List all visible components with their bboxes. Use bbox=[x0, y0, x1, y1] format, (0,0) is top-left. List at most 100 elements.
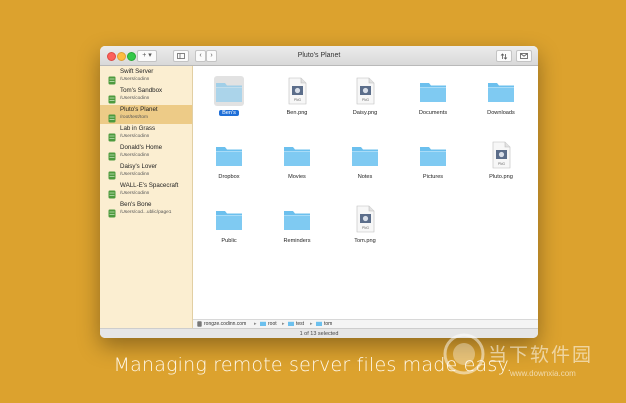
folder-icon bbox=[282, 140, 312, 170]
folder-icon bbox=[418, 76, 448, 106]
file-item[interactable]: Reminders bbox=[267, 204, 327, 264]
png-icon: PNG bbox=[486, 140, 516, 170]
file-item[interactable]: Dropbox bbox=[199, 140, 259, 200]
png-icon: PNG bbox=[350, 204, 380, 234]
file-item[interactable]: Movies bbox=[267, 140, 327, 200]
file-item[interactable]: Downloads bbox=[471, 76, 531, 136]
file-name: Tom.png bbox=[335, 238, 395, 244]
file-name: Daisy.png bbox=[335, 110, 395, 116]
server-name: Tom's Sandbox bbox=[120, 87, 163, 94]
file-browser-window: + ▾ ‹ › Pluto's Planet Swift Server/User… bbox=[100, 46, 538, 338]
file-name-text: Tom.png bbox=[354, 238, 376, 244]
share-button[interactable] bbox=[516, 50, 532, 62]
watermark-text: 当下软件园 bbox=[488, 344, 594, 366]
file-name-text: Public bbox=[221, 238, 237, 244]
folder-icon bbox=[214, 76, 244, 106]
server-icon bbox=[108, 129, 116, 142]
file-name-text: Movies bbox=[288, 174, 306, 180]
server-name: Pluto's Planet bbox=[120, 106, 158, 113]
sidebar-server-item[interactable]: Lab in Grass/Users/codinn bbox=[100, 124, 192, 143]
server-icon bbox=[108, 167, 116, 180]
transfer-arrows-icon bbox=[500, 52, 508, 60]
file-item[interactable]: PNG Tom.png bbox=[335, 204, 395, 264]
folder-icon bbox=[282, 204, 312, 234]
server-path: /Users/codinn bbox=[120, 77, 150, 82]
file-name-text: Pluto.png bbox=[489, 174, 513, 180]
title-bar: + ▾ ‹ › Pluto's Planet bbox=[100, 46, 538, 66]
server-name: Ben's Bone bbox=[120, 201, 152, 208]
file-name: Public bbox=[199, 238, 259, 244]
file-name-text: Dropbox bbox=[218, 174, 240, 180]
server-name: WALL-E's Spacecraft bbox=[120, 182, 179, 189]
file-grid: Ben's PNG Ben.png PNG Daisy.png Documents Down… bbox=[193, 66, 538, 319]
transfer-button[interactable] bbox=[496, 50, 512, 62]
server-name: Swift Server bbox=[120, 68, 154, 75]
png-icon: PNG bbox=[282, 76, 312, 106]
server-icon bbox=[108, 148, 116, 161]
file-name: Movies bbox=[267, 174, 327, 180]
folder-icon bbox=[350, 140, 380, 170]
server-name: Donald's Home bbox=[120, 144, 163, 151]
svg-text:PNG: PNG bbox=[362, 226, 369, 230]
sidebar-server-item[interactable]: WALL-E's Spacecraft/Users/codinn bbox=[100, 181, 192, 200]
server-sidebar: Swift Server/Users/codinn Tom's Sandbox/U… bbox=[100, 66, 193, 328]
server-path: /Users/codinn bbox=[120, 191, 150, 196]
folder-icon bbox=[418, 140, 448, 170]
file-name-text: Ben.png bbox=[286, 110, 308, 116]
file-item[interactable]: Public bbox=[199, 204, 259, 264]
file-name: Notes bbox=[335, 174, 395, 180]
file-name: Downloads bbox=[471, 110, 531, 116]
file-name-text: Documents bbox=[418, 110, 448, 116]
sidebar-server-item[interactable]: Ben's Bone/Users/cod...ublic/page1 bbox=[100, 200, 192, 219]
file-name-text: Reminders bbox=[283, 238, 311, 244]
png-icon: PNG bbox=[350, 76, 380, 106]
server-path: /Users/codinn bbox=[120, 96, 150, 101]
file-item[interactable]: PNG Pluto.png bbox=[471, 140, 531, 200]
server-icon bbox=[108, 110, 116, 123]
svg-text:PNG: PNG bbox=[498, 162, 505, 166]
file-name: Reminders bbox=[267, 238, 327, 244]
file-name: Dropbox bbox=[199, 174, 259, 180]
watermark-url: www.downxia.com bbox=[510, 369, 576, 378]
file-name-text: Notes bbox=[357, 174, 373, 180]
svg-text:PNG: PNG bbox=[362, 98, 369, 102]
folder-icon bbox=[214, 204, 244, 234]
server-path: /Users/cod...ublic/page1 bbox=[120, 210, 172, 215]
envelope-icon bbox=[520, 53, 528, 59]
sidebar-server-item[interactable]: Daisy's Lover/Users/codinn bbox=[100, 162, 192, 181]
watermark-logo-icon bbox=[443, 333, 485, 375]
file-name-text: Daisy.png bbox=[352, 110, 378, 116]
file-name-text: Downloads bbox=[487, 110, 515, 116]
server-path: /root/test/tom bbox=[120, 115, 148, 120]
file-item[interactable]: Pictures bbox=[403, 140, 463, 200]
server-path: /Users/codinn bbox=[120, 134, 150, 139]
server-name: Lab in Grass bbox=[120, 125, 156, 132]
file-name-text: Ben's bbox=[219, 110, 239, 116]
server-path: /Users/codinn bbox=[120, 172, 150, 177]
file-item[interactable]: Ben's bbox=[199, 76, 259, 136]
server-icon bbox=[108, 186, 116, 199]
server-icon bbox=[108, 91, 116, 104]
file-name: Documents bbox=[403, 110, 463, 116]
file-item[interactable]: Documents bbox=[403, 76, 463, 136]
file-item[interactable]: PNG Daisy.png bbox=[335, 76, 395, 136]
sidebar-server-item[interactable]: Tom's Sandbox/Users/codinn bbox=[100, 86, 192, 105]
file-item[interactable]: PNG Ben.png bbox=[267, 76, 327, 136]
file-name: Pluto.png bbox=[471, 174, 531, 180]
window-title: Pluto's Planet bbox=[297, 52, 341, 59]
svg-text:PNG: PNG bbox=[294, 98, 301, 102]
file-name: Ben's bbox=[199, 110, 259, 116]
file-name: Pictures bbox=[403, 174, 463, 180]
server-icon bbox=[108, 205, 116, 218]
server-name: Daisy's Lover bbox=[120, 163, 157, 170]
server-icon bbox=[108, 72, 116, 85]
folder-icon bbox=[214, 140, 244, 170]
folder-icon bbox=[486, 76, 516, 106]
sidebar-server-item[interactable]: Pluto's Planet/root/test/tom bbox=[100, 105, 192, 124]
sidebar-server-item[interactable]: Swift Server/Users/codinn bbox=[100, 67, 192, 86]
sidebar-server-item[interactable]: Donald's Home/Users/codinn bbox=[100, 143, 192, 162]
file-name: Ben.png bbox=[267, 110, 327, 116]
file-item[interactable]: Notes bbox=[335, 140, 395, 200]
file-name-text: Pictures bbox=[422, 174, 444, 180]
server-path: /Users/codinn bbox=[120, 153, 150, 158]
